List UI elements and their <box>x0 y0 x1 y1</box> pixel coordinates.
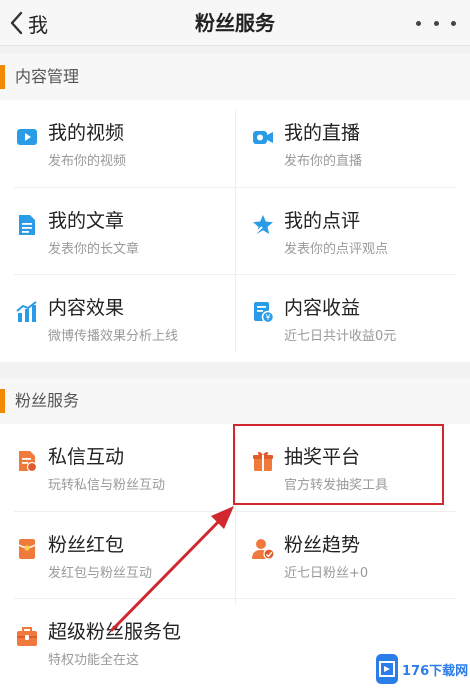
more-dots-icon <box>416 20 421 26</box>
item-subtitle: 发红包与粉丝互动 <box>48 566 153 581</box>
grid-item-my-review[interactable]: 我的点评 发表你的点评观点 <box>236 188 470 274</box>
item-title: 我的视频 <box>48 122 125 144</box>
item-title: 我的文章 <box>48 210 125 232</box>
item-subtitle: 发布你的视频 <box>48 154 127 169</box>
grid-item-fans-red-packet[interactable]: 粉丝红包 发红包与粉丝互动 <box>0 512 235 598</box>
grid-item-my-article[interactable]: 我的文章 发表你的长文章 <box>0 188 235 274</box>
red-packet-icon <box>14 536 40 562</box>
item-title: 内容效果 <box>48 297 125 319</box>
item-title: 粉丝红包 <box>48 534 125 556</box>
grid-item-my-live[interactable]: 我的直播 发布你的直播 <box>236 100 470 186</box>
item-title: 我的直播 <box>284 122 361 144</box>
fans-trend-icon <box>250 536 276 562</box>
item-title: 私信互动 <box>48 446 125 468</box>
article-icon <box>14 212 40 238</box>
review-icon <box>250 212 276 238</box>
nav-bar: 我 粉丝服务 <box>0 0 470 46</box>
income-icon: ¥ <box>250 299 276 325</box>
grid-item-fans-trend[interactable]: 粉丝趋势 近七日粉丝+0 <box>236 512 470 598</box>
watermark-logo: 176下载网 <box>376 652 468 686</box>
item-subtitle: 发表你的长文章 <box>48 242 140 257</box>
section-header-content: 内容管理 <box>0 54 470 100</box>
chevron-left-icon <box>10 11 23 35</box>
item-subtitle: 官方转发抽奖工具 <box>284 478 389 493</box>
item-title: 我的点评 <box>284 210 361 232</box>
grid-item-super-fans-package[interactable]: 超级粉丝服务包 特权功能全在这 <box>0 599 300 685</box>
message-icon <box>14 448 40 474</box>
item-subtitle: 特权功能全在这 <box>48 653 140 668</box>
grid-item-content-effect[interactable]: 内容效果 微博传播效果分析上线 <box>0 275 235 361</box>
page-title: 粉丝服务 <box>195 11 275 35</box>
item-title: 超级粉丝服务包 <box>48 621 182 643</box>
section-title: 内容管理 <box>15 67 80 86</box>
section-accent-bar <box>0 65 5 89</box>
item-subtitle: 发表你的点评观点 <box>284 242 389 257</box>
live-camera-icon <box>250 124 276 150</box>
gift-icon <box>250 448 276 474</box>
bar-chart-icon <box>14 299 40 325</box>
svg-text:¥: ¥ <box>265 313 270 322</box>
section-header-fans: 粉丝服务 <box>0 378 470 424</box>
watermark-text: 176下载网 <box>402 663 469 679</box>
grid-item-lottery-platform[interactable]: 抽奖平台 官方转发抽奖工具 <box>236 424 470 510</box>
content-grid: 我的视频 发布你的视频 我的直播 发布你的直播 我的文章 发表你的长文章 我的点… <box>0 100 470 362</box>
grid-item-private-message[interactable]: 私信互动 玩转私信与粉丝互动 <box>0 424 235 510</box>
more-button[interactable] <box>416 14 456 32</box>
watermark-icon <box>376 654 398 684</box>
grid-item-my-video[interactable]: 我的视频 发布你的视频 <box>0 100 235 186</box>
item-subtitle: 近七日粉丝+0 <box>284 566 369 581</box>
item-subtitle: 微博传播效果分析上线 <box>48 329 179 344</box>
section-title: 粉丝服务 <box>15 391 80 410</box>
back-button[interactable]: 我 <box>8 6 48 40</box>
service-bag-icon <box>14 623 40 649</box>
item-title: 内容收益 <box>284 297 361 319</box>
section-accent-bar <box>0 389 5 413</box>
item-title: 粉丝趋势 <box>284 534 361 556</box>
video-icon <box>14 124 40 150</box>
item-subtitle: 玩转私信与粉丝互动 <box>48 478 166 493</box>
grid-item-content-income[interactable]: ¥ 内容收益 近七日共计收益0元 <box>236 275 470 361</box>
item-subtitle: 近七日共计收益0元 <box>284 329 397 344</box>
item-title: 抽奖平台 <box>284 446 361 468</box>
item-subtitle: 发布你的直播 <box>284 154 363 169</box>
back-label: 我 <box>28 12 48 37</box>
